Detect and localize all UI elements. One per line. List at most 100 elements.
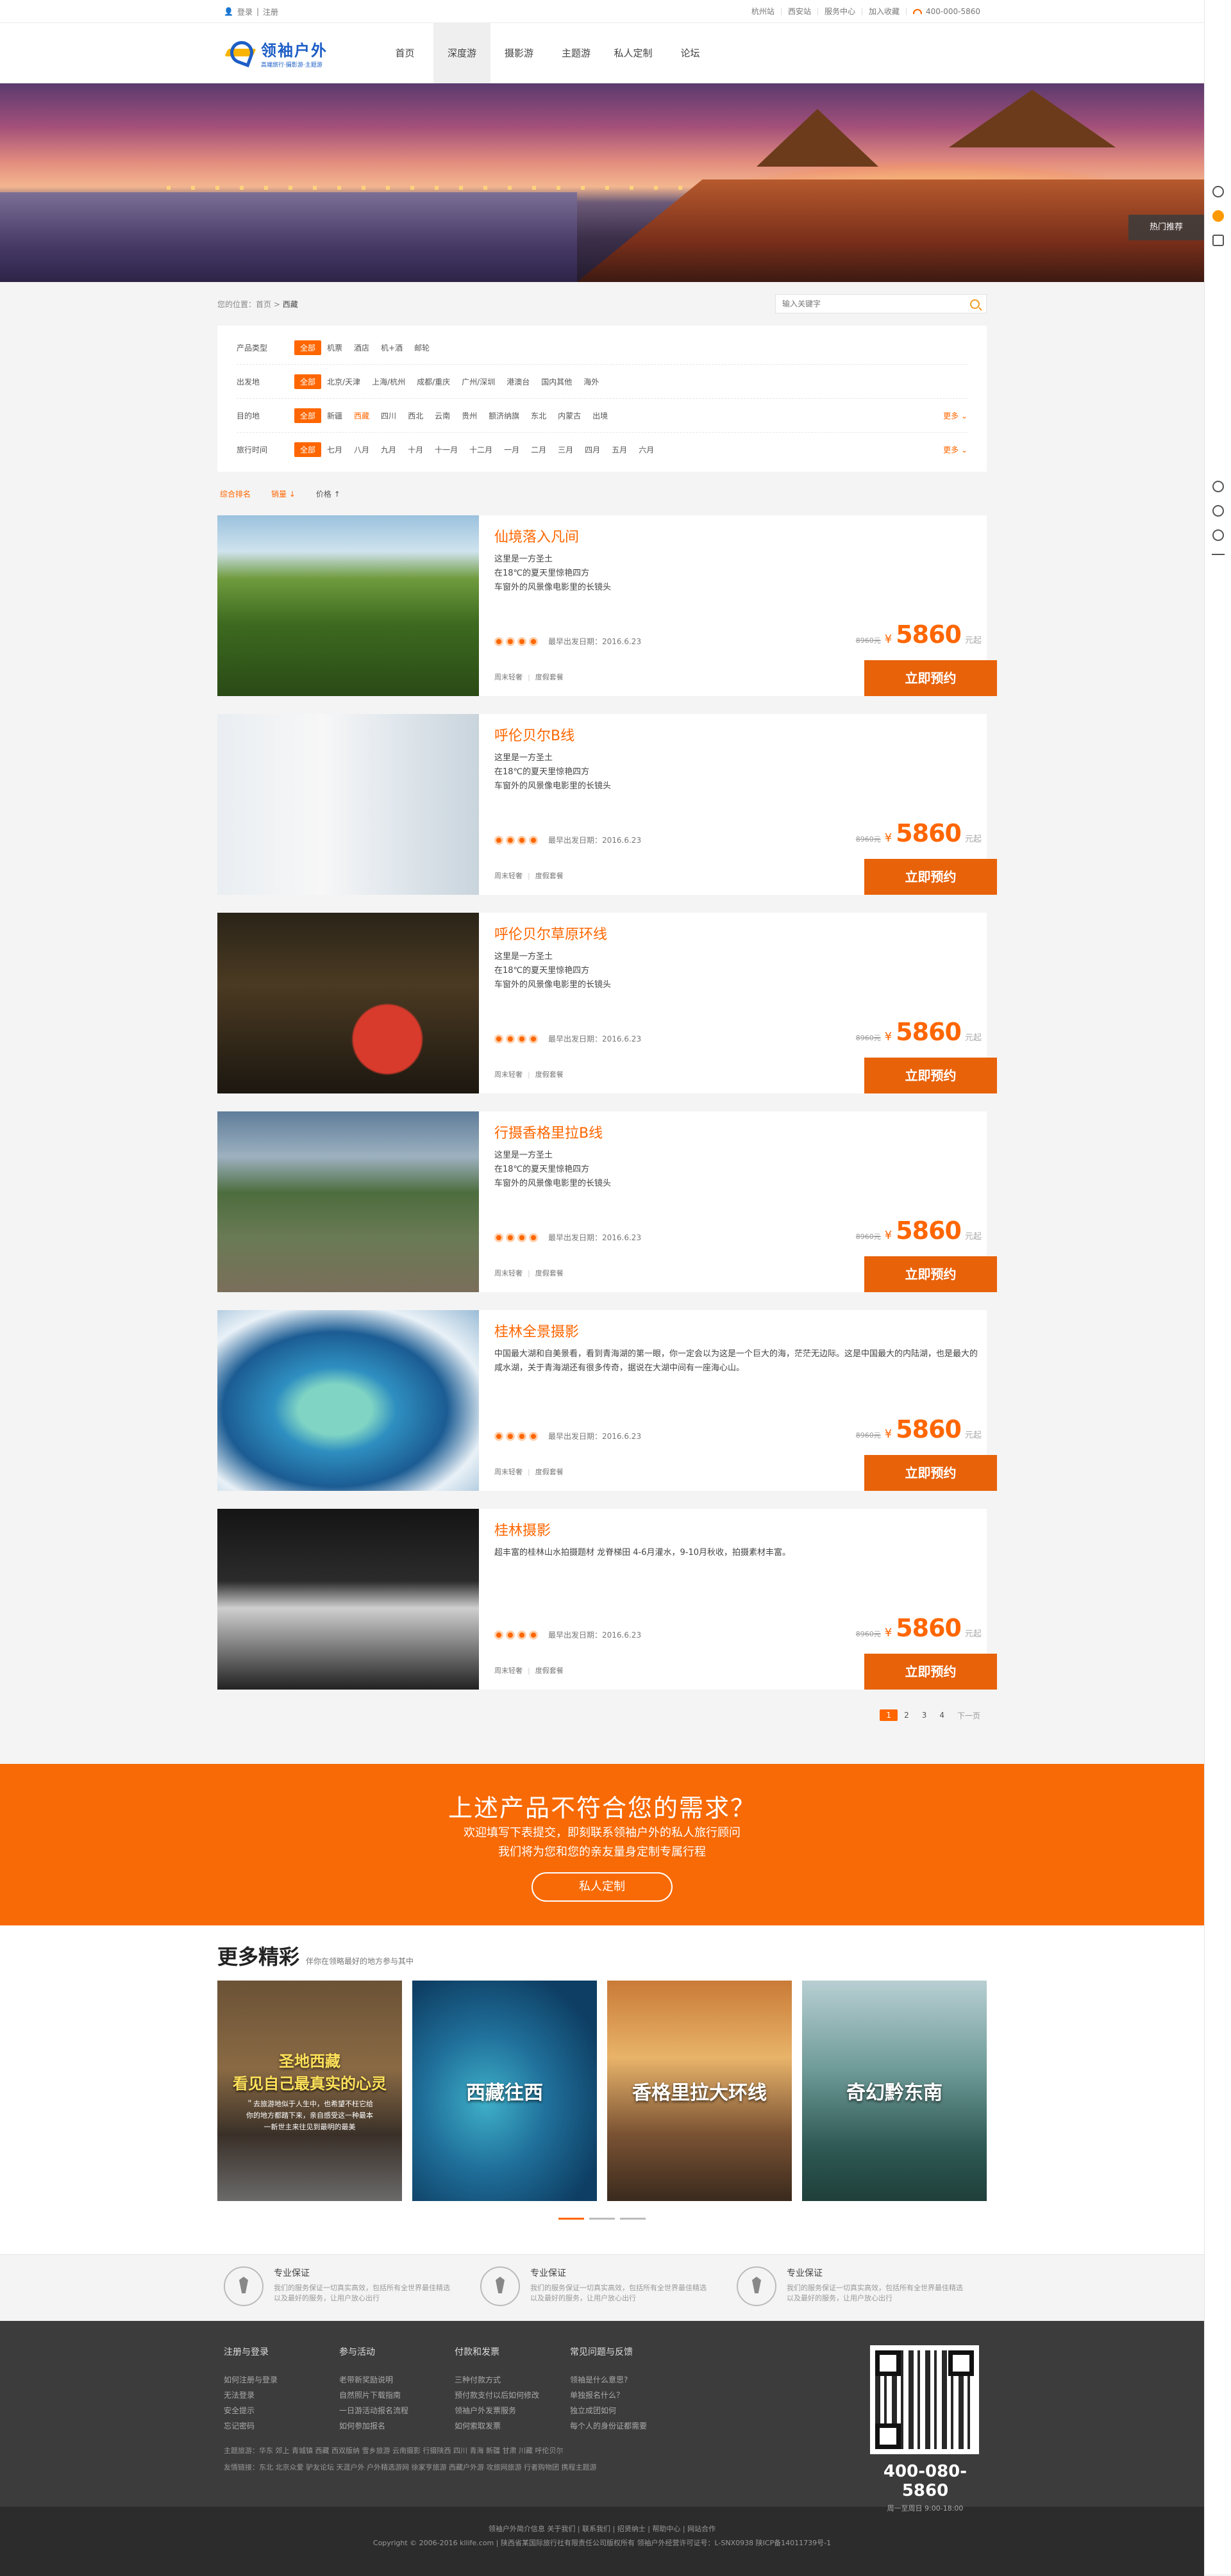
nav-home[interactable]: 首页	[376, 23, 433, 83]
product-image[interactable]	[217, 1310, 479, 1491]
logo[interactable]: 领袖户外 高端旅行·摄影游·主题游	[224, 38, 371, 69]
filter-option[interactable]: 出境	[587, 408, 614, 423]
qq-icon[interactable]	[1212, 529, 1224, 541]
footer-link[interactable]: 领袖是什么意思?	[570, 2372, 685, 2388]
topbar-link-hangzhou[interactable]: 杭州站	[745, 8, 782, 15]
book-now-button[interactable]: 立即预约	[864, 1256, 997, 1292]
search-box[interactable]	[775, 294, 987, 313]
filter-option[interactable]: 成都/重庆	[411, 374, 456, 389]
footer-link[interactable]: 忘记密码	[224, 2418, 339, 2434]
footer-link[interactable]: 一日游活动报名流程	[339, 2403, 455, 2418]
page-1[interactable]: 1	[880, 1709, 898, 1721]
footer-theme-links[interactable]: 主题旅游：华东 郊上 青城镇 西藏 西双版纳 雪乡旅游 云南摄影 行摄陕西 四川…	[224, 2443, 801, 2459]
filter-option[interactable]: 酒店	[348, 340, 375, 355]
back-to-top-icon[interactable]	[1212, 554, 1225, 555]
product-title[interactable]: 仙境落入凡间	[494, 526, 982, 546]
sort-sales[interactable]: 销量 ↓	[271, 488, 296, 499]
filter-option[interactable]: 机+酒	[375, 340, 408, 355]
product-image[interactable]	[217, 1509, 479, 1690]
footer-link[interactable]: 预付款支付以后如何修改	[455, 2388, 570, 2403]
filter-more-button[interactable]: 更多 ⌄	[943, 410, 967, 421]
filter-option[interactable]: 内蒙古	[552, 408, 587, 423]
fire-icon[interactable]	[1212, 186, 1224, 197]
filter-option[interactable]: 十一月	[429, 442, 464, 457]
search-input[interactable]	[782, 299, 955, 308]
filter-option[interactable]: 云南	[429, 408, 456, 423]
next-page[interactable]: 下一页	[951, 1709, 987, 1722]
filter-option[interactable]: 八月	[348, 442, 375, 457]
book-now-button[interactable]: 立即预约	[864, 660, 997, 696]
filter-option[interactable]: 九月	[375, 442, 402, 457]
tile-guizhou[interactable]: 奇幻黔东南	[802, 1981, 987, 2201]
product-image[interactable]	[217, 913, 479, 1093]
filter-option[interactable]: 海外	[578, 374, 605, 389]
filter-option[interactable]: 全部	[294, 340, 322, 355]
footer-link[interactable]: 安全提示	[224, 2403, 339, 2418]
filter-option[interactable]: 邮轮	[408, 340, 435, 355]
filter-option[interactable]: 六月	[633, 442, 660, 457]
page-3[interactable]: 3	[916, 1709, 934, 1721]
footer-link[interactable]: 无法登录	[224, 2388, 339, 2403]
book-now-button[interactable]: 立即预约	[864, 1455, 997, 1491]
nav-deep-tour[interactable]: 深度游	[433, 23, 490, 83]
phone-icon[interactable]	[1212, 505, 1224, 517]
filter-option[interactable]: 机票	[321, 340, 348, 355]
tile-shangri-la[interactable]: 香格里拉大环线	[607, 1981, 792, 2201]
custom-tour-button[interactable]: 私人定制	[532, 1872, 673, 1902]
smile-icon[interactable]	[1212, 210, 1224, 222]
filter-option[interactable]: 二月	[525, 442, 552, 457]
footer-friend-links[interactable]: 友情链接：东北 北京众爱 驴友论坛 天涯户外 户外精选游网 徐家亨旅游 西藏户外…	[224, 2459, 801, 2476]
footer-link[interactable]: 自然照片下载指南	[339, 2388, 455, 2403]
filter-option[interactable]: 三月	[552, 442, 579, 457]
filter-option[interactable]: 港澳台	[501, 374, 535, 389]
filter-option[interactable]: 北京/天津	[321, 374, 366, 389]
filter-more-button[interactable]: 更多 ⌄	[943, 444, 967, 455]
search-icon[interactable]	[970, 299, 980, 309]
wechat-icon[interactable]	[1212, 481, 1224, 492]
page-4[interactable]: 4	[933, 1709, 951, 1721]
product-card[interactable]: 桂林摄影 超丰富的桂林山水拍摄题材 龙脊梯田 4-6月灌水，9-10月秋收，拍摄…	[217, 1509, 997, 1690]
footer-link[interactable]: 如何参加报名	[339, 2418, 455, 2434]
tile-tibet[interactable]: 圣地西藏 看见自己最真实的心灵 ＂去旅游地似于人生中，也希望不枉它给你的地方都踏…	[217, 1981, 402, 2201]
nav-forum[interactable]: 论坛	[662, 23, 719, 83]
filter-option[interactable]: 上海/杭州	[366, 374, 411, 389]
nav-photo-tour[interactable]: 摄影游	[490, 23, 548, 83]
product-image[interactable]	[217, 714, 479, 895]
filter-option[interactable]: 一月	[498, 442, 525, 457]
product-title[interactable]: 呼伦贝尔草原环线	[494, 923, 982, 943]
product-card[interactable]: 仙境落入凡间 这里是一方圣土 在18℃的夏天里惊艳四方 车窗外的风景像电影里的长镜头…	[217, 515, 997, 696]
tile-west-tibet[interactable]: 西藏往西	[412, 1981, 597, 2201]
product-image[interactable]	[217, 1111, 479, 1292]
sort-default[interactable]: 综合排名	[220, 488, 251, 499]
nav-theme-tour[interactable]: 主题游	[548, 23, 605, 83]
login-link[interactable]: 登录	[237, 6, 253, 17]
filter-option[interactable]: 全部	[294, 374, 322, 389]
footer-link[interactable]: 每个人的身份证都需要	[570, 2418, 685, 2434]
product-card[interactable]: 行摄香格里拉B线 这里是一方圣土 在18℃的夏天里惊艳四方 车窗外的风景像电影里的长…	[217, 1111, 997, 1292]
filter-option[interactable]: 五月	[606, 442, 633, 457]
hot-recommend-tab[interactable]: 热门推荐	[1128, 215, 1204, 240]
filter-option[interactable]: 全部	[294, 442, 322, 457]
filter-option[interactable]: 七月	[321, 442, 348, 457]
filter-option[interactable]: 广州/深圳	[456, 374, 501, 389]
carousel-dot[interactable]	[589, 2218, 615, 2220]
product-title[interactable]: 桂林摄影	[494, 1519, 982, 1540]
filter-option[interactable]: 贵州	[456, 408, 483, 423]
topbar-link-service[interactable]: 服务中心	[818, 8, 862, 15]
filter-option[interactable]: 全部	[294, 408, 322, 423]
product-image[interactable]	[217, 515, 479, 696]
filter-option[interactable]: 四川	[375, 408, 402, 423]
topbar-link-xian[interactable]: 西安站	[782, 8, 818, 15]
filter-option[interactable]: 国内其他	[535, 374, 578, 389]
footer-link[interactable]: 如何索取发票	[455, 2418, 570, 2434]
product-card[interactable]: 呼伦贝尔B线 这里是一方圣土 在18℃的夏天里惊艳四方 车窗外的风景像电影里的长镜头…	[217, 714, 997, 895]
footer-link[interactable]: 单独报名什么？	[570, 2388, 685, 2403]
footer-link[interactable]: 独立成团如何	[570, 2403, 685, 2418]
sort-price[interactable]: 价格 ↑	[316, 488, 340, 499]
filter-option[interactable]: 十月	[402, 442, 429, 457]
carousel-dot[interactable]	[558, 2218, 584, 2220]
register-link[interactable]: 注册	[263, 6, 278, 17]
filter-option[interactable]: 额济纳旗	[483, 408, 525, 423]
product-title[interactable]: 呼伦贝尔B线	[494, 724, 982, 745]
footer-links[interactable]: 领袖户外简介信息 关于我们 | 联系我们 | 招贤纳士 | 帮助中心 | 网站合…	[0, 2522, 1204, 2536]
